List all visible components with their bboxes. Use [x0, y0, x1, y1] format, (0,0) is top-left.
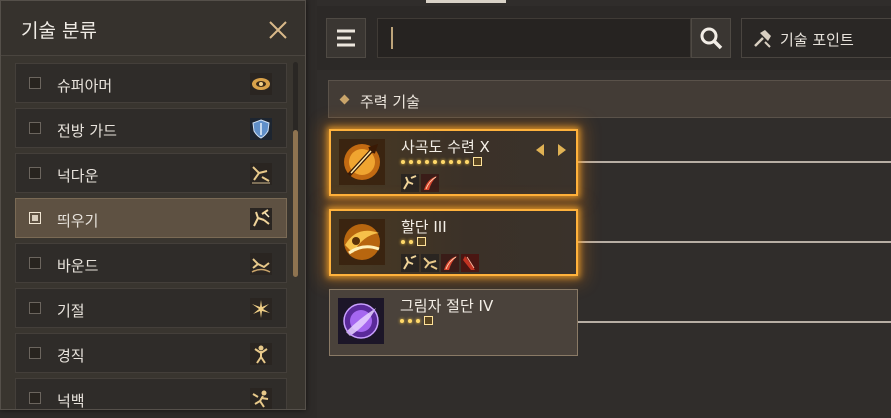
level-max-marker	[473, 157, 482, 166]
search-button[interactable]	[691, 18, 731, 58]
category-label: 바운드	[57, 255, 98, 276]
level-dot	[408, 319, 412, 323]
close-button[interactable]	[263, 15, 293, 45]
level-dot	[449, 160, 453, 164]
scrollbar-thumb[interactable]	[293, 130, 298, 277]
menu-button[interactable]	[326, 18, 366, 58]
level-dot	[433, 160, 437, 164]
float-icon	[250, 208, 272, 230]
level-down-button[interactable]	[534, 142, 546, 156]
tree-connector	[577, 161, 891, 163]
panel-title: 기술 분류	[21, 16, 97, 43]
category-item-stiffness[interactable]: 경직	[15, 333, 287, 373]
category-checkbox[interactable]	[29, 257, 41, 269]
search-box[interactable]	[377, 18, 691, 58]
skill-name: 그림자 절단 IV	[400, 295, 493, 316]
level-max-marker	[417, 237, 426, 246]
knockdown-icon	[421, 254, 439, 272]
shadow-cut-skill-icon	[338, 298, 384, 344]
category-label: 슈퍼아머	[57, 75, 112, 96]
super-armor-icon	[250, 73, 272, 95]
slash-icon	[421, 174, 439, 192]
category-label: 기절	[57, 300, 85, 321]
category-list[interactable]: 슈퍼아머 전방 가드 넉다운	[15, 63, 287, 409]
search-input[interactable]	[390, 28, 680, 48]
bound-icon	[250, 253, 272, 275]
level-dot	[409, 160, 413, 164]
category-checkbox[interactable]	[29, 302, 41, 314]
skill-name: 할단 III	[401, 216, 447, 237]
skill-card-shadow-cut[interactable]: 그림자 절단 IV	[329, 289, 578, 356]
arrow-right-icon	[556, 143, 568, 157]
close-icon	[263, 15, 293, 45]
hammer-icon	[751, 28, 773, 50]
level-dot	[441, 160, 445, 164]
category-checkbox[interactable]	[29, 392, 41, 404]
category-label: 넉다운	[57, 165, 98, 186]
category-label: 경직	[57, 345, 85, 366]
level-dot	[416, 319, 420, 323]
diamond-icon	[340, 95, 350, 105]
level-dot	[465, 160, 469, 164]
level-dot	[401, 160, 405, 164]
skill-point-button[interactable]: 기술 포인트	[741, 18, 891, 58]
skill-category-panel: 기술 분류 슈퍼아머 전방 가드	[0, 0, 306, 410]
category-item-knockback[interactable]: 넉백	[15, 378, 287, 409]
category-item-super-armor[interactable]: 슈퍼아머	[15, 63, 287, 103]
category-checkbox[interactable]	[29, 347, 41, 359]
section-title: 주력 기술	[360, 91, 420, 112]
section-header[interactable]: 주력 기술	[328, 80, 891, 118]
category-label: 전방 가드	[57, 120, 117, 141]
tree-connector	[577, 241, 891, 243]
category-checkbox[interactable]	[29, 77, 41, 89]
category-item-float[interactable]: 띄우기	[15, 198, 287, 238]
skill-card-sagokdo[interactable]: 사곡도 수련 X	[329, 129, 578, 196]
category-item-knockdown[interactable]: 넉다운	[15, 153, 287, 193]
stun-icon	[250, 298, 272, 320]
hamburger-icon	[327, 19, 365, 57]
skill-name: 사곡도 수련 X	[401, 136, 490, 157]
level-dot	[417, 160, 421, 164]
front-guard-icon	[250, 118, 272, 140]
category-label: 띄우기	[57, 210, 98, 231]
skill-card-haldan[interactable]: 할단 III	[329, 209, 578, 276]
knockback-icon	[250, 388, 272, 409]
level-dot	[400, 319, 404, 323]
float-icon	[401, 254, 419, 272]
dagger-skill-icon	[339, 139, 385, 185]
tab-indicator	[426, 0, 506, 3]
level-up-button[interactable]	[556, 142, 568, 156]
tree-connector	[577, 321, 891, 323]
category-checkbox[interactable]	[29, 212, 41, 224]
level-dot	[401, 240, 405, 244]
stiffness-icon	[250, 343, 272, 365]
arrow-left-icon	[534, 143, 546, 157]
cleave-skill-icon	[339, 219, 385, 265]
level-dot	[425, 160, 429, 164]
category-checkbox[interactable]	[29, 122, 41, 134]
level-dot	[409, 240, 413, 244]
category-label: 넉백	[57, 390, 85, 409]
level-dot	[457, 160, 461, 164]
slash-icon	[441, 254, 459, 272]
knockdown-icon	[250, 163, 272, 185]
category-item-stun[interactable]: 기절	[15, 288, 287, 328]
level-max-marker	[424, 316, 433, 325]
category-checkbox[interactable]	[29, 167, 41, 179]
panel-header: 기술 분류	[1, 1, 305, 56]
category-item-front-guard[interactable]: 전방 가드	[15, 108, 287, 148]
search-icon	[692, 19, 730, 57]
category-item-bound[interactable]: 바운드	[15, 243, 287, 283]
skill-point-label: 기술 포인트	[780, 29, 854, 50]
float-icon	[401, 174, 419, 192]
red-slash-icon	[461, 254, 479, 272]
